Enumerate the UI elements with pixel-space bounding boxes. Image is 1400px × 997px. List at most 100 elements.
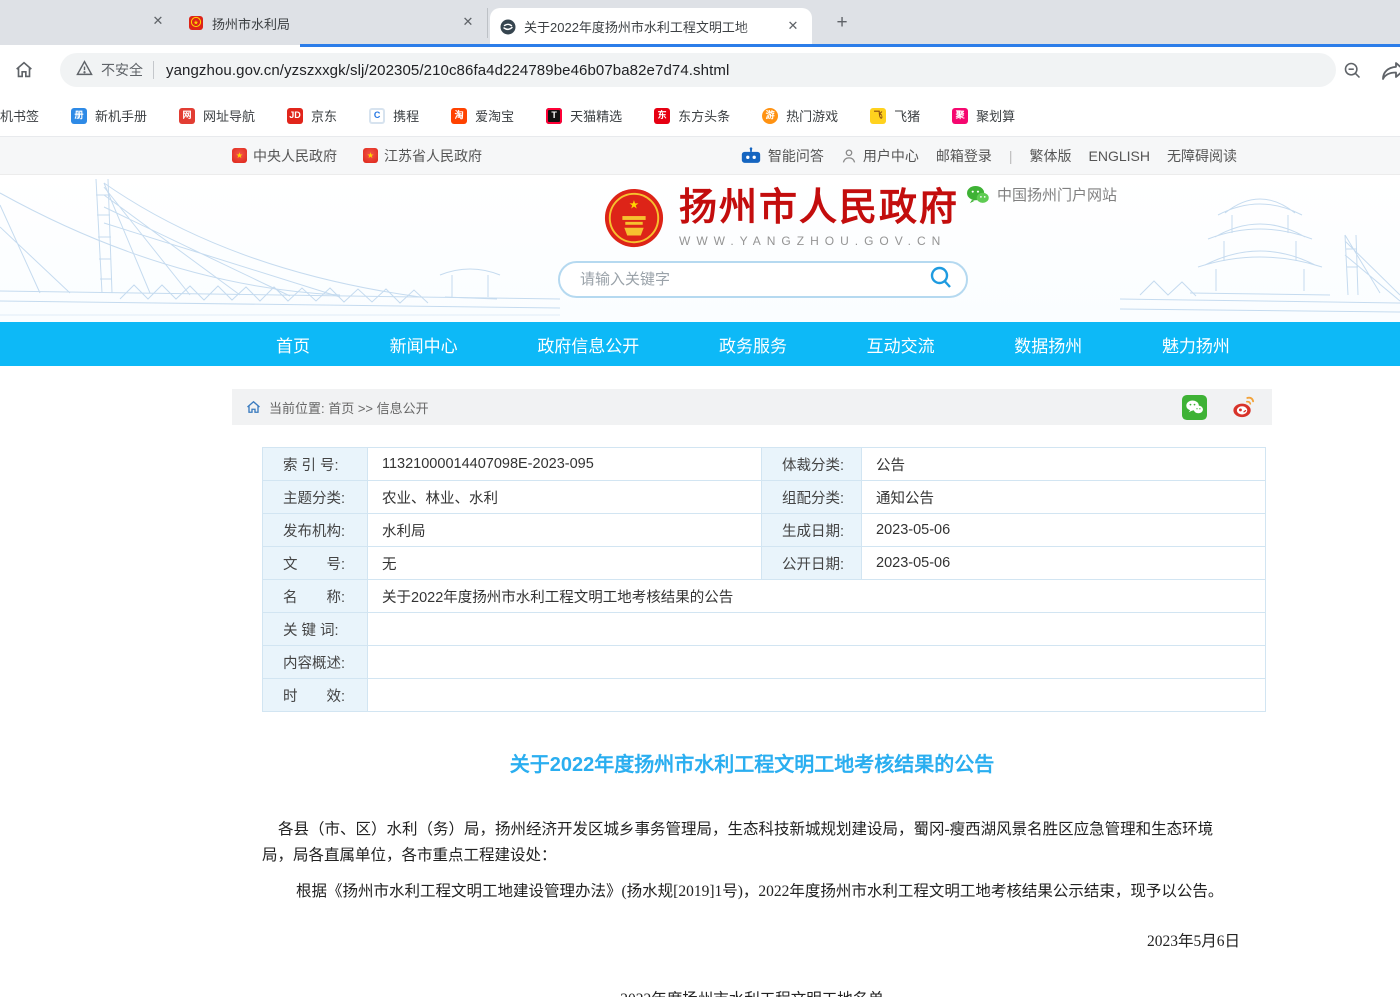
meta-label: 时 效:: [263, 679, 368, 712]
share-icon[interactable]: [1381, 60, 1400, 87]
security-status-label[interactable]: 不安全: [101, 60, 143, 80]
browser-address-row: 不安全 yangzhou.gov.cn/yzszxxgk/slj/202305/…: [0, 45, 1400, 95]
nav-item-gov-services[interactable]: 政务服务: [719, 332, 787, 357]
meta-table-body: 索 引 号:11321000014407098E-2023-095体裁分类:公告…: [263, 448, 1266, 712]
gov-link-central-gov[interactable]: ★中央人民政府: [232, 146, 337, 166]
smart-qa-label: 智能问答: [768, 146, 824, 166]
meta-table-row: 文 号:无公开日期:2023-05-06: [263, 547, 1266, 580]
bookmark-label: 爱淘宝: [475, 106, 514, 125]
bookmark-label: 网址导航: [203, 106, 255, 125]
gov-link-label: 江苏省人民政府: [384, 146, 482, 166]
weibo-share-icon[interactable]: [1231, 395, 1256, 420]
user-center-label: 用户中心: [863, 146, 919, 166]
meta-label: 文 号:: [263, 547, 368, 580]
site-name: 扬州市人民政府: [679, 187, 959, 229]
share-icons: [1182, 395, 1258, 420]
traditional-version-link[interactable]: 繁体版: [1030, 146, 1072, 166]
url-text[interactable]: yangzhou.gov.cn/yzszxxgk/slj/202305/210c…: [166, 62, 729, 79]
smart-qa-link[interactable]: 智能问答: [740, 146, 824, 166]
main-nav-inner: 首页 新闻中心 政府信息公开 政务服务 互动交流 数据扬州 魅力扬州: [232, 322, 1272, 366]
bookmark-label: 携程: [393, 106, 419, 125]
bookmark-label: 京东: [311, 106, 337, 125]
tab-announcement-active[interactable]: 关于2022年度扬州市水利工程文明工地 ✕: [490, 8, 812, 45]
zoom-out-icon[interactable]: [1342, 60, 1363, 86]
bookmark-ctrip[interactable]: C携程: [369, 106, 419, 125]
close-icon[interactable]: ✕: [459, 14, 477, 32]
gov-link-label: 中央人民政府: [253, 146, 337, 166]
new-tab-button[interactable]: +: [830, 12, 854, 36]
gov-link-jiangsu-gov[interactable]: ★ 江苏省人民政府: [363, 146, 482, 166]
bookmark-label: 热门游戏: [786, 106, 838, 125]
search-icon[interactable]: [928, 264, 954, 295]
nav-item-news-center[interactable]: 新闻中心: [390, 332, 458, 357]
breadcrumb-home-icon[interactable]: [246, 400, 261, 414]
meta-label: 内容概述:: [263, 646, 368, 679]
portal-label[interactable]: 中国扬州门户网站: [966, 184, 1117, 205]
nav-item-info-disclosure[interactable]: 政府信息公开: [537, 332, 639, 357]
article-title: 关于2022年度扬州市水利工程文明工地考核结果的公告: [262, 748, 1242, 777]
robot-icon: [740, 147, 762, 164]
national-emblem-favicon: ★: [188, 15, 204, 31]
nav-item-charm-yangzhou[interactable]: 魅力扬州: [1162, 332, 1230, 357]
hot-games-icon: 游: [762, 108, 778, 124]
close-icon[interactable]: ✕: [149, 13, 167, 31]
nav-item-interaction[interactable]: 互动交流: [867, 332, 935, 357]
meta-value: 2023-05-06: [862, 514, 1266, 547]
article-paragraph: 根据《扬州市水利工程文明工地建设管理办法》(扬水规[2019]1号)，2022年…: [262, 879, 1242, 905]
bookmark-hot-games[interactable]: 游热门游戏: [762, 106, 838, 125]
gov-links: ★中央人民政府 ★ 江苏省人民政府: [232, 146, 482, 166]
bookmark-label: 飞猪: [894, 106, 920, 125]
meta-value: 公告: [862, 448, 1266, 481]
national-emblem-icon: ★: [603, 187, 665, 249]
omnibox-divider: [153, 61, 154, 79]
tmall-select-icon: T: [546, 108, 562, 124]
gov-top-bar: ★中央人民政府 ★ 江苏省人民政府 智能问答 用户中心 邮箱登录 | 繁体版 ENG…: [0, 137, 1400, 175]
content-container: 当前位置: 首页 >> 信息公开 索 引 号:11321000014407098…: [232, 389, 1272, 997]
bookmark-fliggy[interactable]: 飞飞猪: [870, 106, 920, 125]
mail-login-link[interactable]: 邮箱登录: [936, 146, 992, 166]
article-paragraph: 各县（市、区）水利（务）局，扬州经济开发区城乡事务管理局，生态科技新城规划建设局…: [262, 817, 1242, 869]
bookmark-eastday-toutiao[interactable]: 东东方头条: [654, 106, 730, 125]
meta-label: 公开日期:: [762, 547, 862, 580]
bookmark-phone-bookmarks[interactable]: 机书签: [0, 106, 39, 125]
home-icon[interactable]: [13, 59, 35, 86]
meta-table-row: 关 键 词:: [263, 613, 1266, 646]
meta-label: 发布机构:: [263, 514, 368, 547]
search-input[interactable]: [580, 271, 928, 288]
nav-item-data-yangzhou[interactable]: 数据扬州: [1014, 332, 1082, 357]
meta-value: 11321000014407098E-2023-095: [368, 448, 762, 481]
breadcrumb-text[interactable]: 当前位置: 首页 >> 信息公开: [269, 398, 429, 417]
bookmark-label: 聚划算: [976, 106, 1015, 125]
tab-yangzhou-water-bureau[interactable]: ★ 扬州市水利局 ✕: [178, 8, 488, 38]
meta-value: 2023-05-06: [862, 547, 1266, 580]
meta-value: 无: [368, 547, 762, 580]
accessibility-link[interactable]: 无障碍阅读: [1167, 146, 1237, 166]
address-bar[interactable]: 不安全 yangzhou.gov.cn/yzszxxgk/slj/202305/…: [60, 53, 1336, 87]
meta-table-row: 内容概述:: [263, 646, 1266, 679]
meta-table-row: 名 称:关于2022年度扬州市水利工程文明工地考核结果的公告: [263, 580, 1266, 613]
bookmark-tmall-select[interactable]: T天猫精选: [546, 106, 622, 125]
nav-item-home[interactable]: 首页: [276, 332, 310, 357]
english-version-link[interactable]: ENGLISH: [1089, 148, 1150, 164]
close-icon[interactable]: ✕: [784, 18, 802, 36]
bookmark-label: 机书签: [0, 106, 39, 125]
topbar-divider: |: [1009, 148, 1013, 164]
meta-value: [368, 646, 1266, 679]
site-logo[interactable]: ★ 扬州市人民政府 WWW.YANGZHOU.GOV.CN: [603, 187, 959, 249]
meta-value: [368, 613, 1266, 646]
meta-label: 名 称:: [263, 580, 368, 613]
wechat-share-icon[interactable]: [1182, 395, 1207, 420]
bookmark-site-navigation[interactable]: 网网址导航: [179, 106, 255, 125]
national-emblem-icon: ★: [363, 148, 378, 163]
bookmark-label: 东方头条: [678, 106, 730, 125]
meta-table-row: 索 引 号:11321000014407098E-2023-095体裁分类:公告: [263, 448, 1266, 481]
user-center-link[interactable]: 用户中心: [841, 146, 919, 166]
meta-label: 体裁分类:: [762, 448, 862, 481]
list-heading: 2022年度扬州市水利工程文明工地名单: [262, 987, 1242, 997]
bookmark-juhuasuan[interactable]: 聚聚划算: [952, 106, 1015, 125]
bookmark-new-phone-manual[interactable]: 册新机手册: [71, 106, 147, 125]
meta-label: 组配分类:: [762, 481, 862, 514]
bookmark-aitaobao[interactable]: 淘爱淘宝: [451, 106, 514, 125]
bookmark-jd[interactable]: JD京东: [287, 106, 337, 125]
site-url-text: WWW.YANGZHOU.GOV.CN: [679, 234, 959, 248]
